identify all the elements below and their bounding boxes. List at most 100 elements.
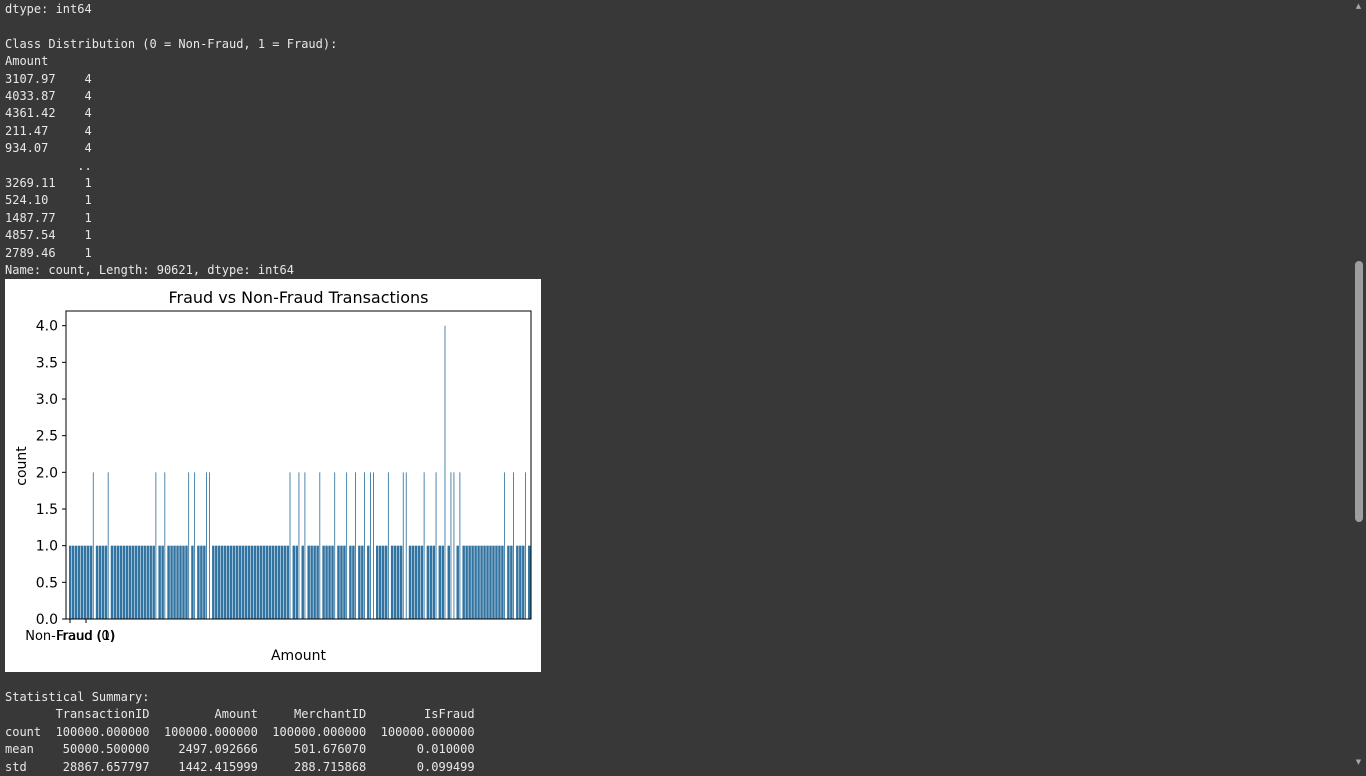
bar xyxy=(367,545,370,619)
bar xyxy=(262,545,266,619)
bar xyxy=(203,545,206,619)
bar xyxy=(200,545,203,619)
bar xyxy=(396,545,400,619)
bar xyxy=(280,545,284,619)
bar xyxy=(343,545,346,619)
scroll-down-arrow-icon[interactable]: ▼ xyxy=(1351,756,1366,768)
bar xyxy=(158,545,161,619)
bar xyxy=(477,545,480,619)
x-tick-label: Fraud (1) xyxy=(57,629,116,644)
bar xyxy=(495,545,498,619)
bar xyxy=(337,545,340,619)
bar xyxy=(393,545,397,619)
y-tick-label: 2.0 xyxy=(36,465,58,481)
bar xyxy=(152,545,155,619)
bar xyxy=(438,545,442,619)
bar xyxy=(313,545,316,619)
bar xyxy=(250,545,254,619)
bar xyxy=(346,472,348,619)
bar xyxy=(408,545,412,619)
bar xyxy=(146,545,149,619)
bar xyxy=(331,545,334,619)
bar xyxy=(289,472,291,619)
bar xyxy=(417,545,421,619)
bar xyxy=(89,545,93,619)
bar xyxy=(447,545,450,619)
bar xyxy=(256,545,260,619)
bar xyxy=(283,545,287,619)
bar xyxy=(221,545,224,619)
bar xyxy=(69,545,72,619)
bar xyxy=(411,545,415,619)
bar xyxy=(80,545,84,619)
bar xyxy=(376,545,379,619)
bar xyxy=(459,472,461,619)
bar xyxy=(510,545,513,619)
bar xyxy=(98,545,102,619)
bar xyxy=(292,545,296,619)
scrollbar-thumb[interactable] xyxy=(1355,261,1363,522)
chart-title: Fraud vs Non-Fraud Transactions xyxy=(168,288,428,307)
bar xyxy=(277,545,281,619)
bar xyxy=(122,545,126,619)
bar xyxy=(95,545,99,619)
bar xyxy=(492,545,495,619)
bar xyxy=(253,545,257,619)
bar-chart: Fraud vs Non-Fraud Transactions count Am… xyxy=(14,288,532,664)
bar xyxy=(387,472,389,619)
bar xyxy=(179,545,182,619)
bar xyxy=(295,545,298,619)
bar xyxy=(340,545,343,619)
bar xyxy=(286,545,290,619)
bar xyxy=(226,545,230,619)
bar xyxy=(110,545,114,619)
bar xyxy=(334,472,336,619)
bar xyxy=(304,472,306,619)
y-axis-label: count xyxy=(14,446,30,486)
bar xyxy=(453,472,455,619)
y-tick-label: 3.0 xyxy=(36,392,58,408)
bar xyxy=(271,545,275,619)
bar xyxy=(310,545,313,619)
y-tick-label: 4.0 xyxy=(36,319,58,335)
bar xyxy=(131,545,135,619)
bar xyxy=(381,545,385,619)
bar xyxy=(498,545,501,619)
bar xyxy=(471,545,474,619)
bar xyxy=(361,545,364,619)
bar xyxy=(161,545,164,619)
bar xyxy=(101,545,105,619)
bar xyxy=(274,545,278,619)
bar xyxy=(194,472,196,619)
bar xyxy=(483,545,486,619)
bar xyxy=(525,472,526,619)
bar-chart-figure: Fraud vs Non-Fraud Transactions count Am… xyxy=(5,279,541,672)
bar xyxy=(462,545,465,619)
bar xyxy=(218,545,221,619)
bar xyxy=(480,545,483,619)
bar xyxy=(125,545,129,619)
bar xyxy=(173,545,176,619)
bar xyxy=(370,472,371,619)
cell-output-statistical-summary: Statistical Summary: TransactionID Amoun… xyxy=(5,690,475,774)
y-tick-label: 0.5 xyxy=(36,575,58,591)
bar xyxy=(215,545,218,619)
x-axis-label: Amount xyxy=(271,648,327,664)
vertical-scrollbar[interactable]: ▲ ▼ xyxy=(1351,0,1366,768)
bar xyxy=(364,472,365,619)
bar xyxy=(232,545,236,619)
bar xyxy=(71,545,75,619)
bar xyxy=(229,545,233,619)
bar xyxy=(104,545,108,619)
bar xyxy=(414,545,418,619)
bar xyxy=(435,472,437,619)
bar xyxy=(405,472,407,619)
bar xyxy=(116,545,120,619)
y-tick-label: 2.5 xyxy=(36,429,58,445)
bar xyxy=(507,545,510,619)
bar xyxy=(182,545,185,619)
bar xyxy=(268,545,272,619)
bar xyxy=(235,545,239,619)
bar xyxy=(328,545,331,619)
scroll-up-arrow-icon[interactable]: ▲ xyxy=(1351,0,1366,12)
